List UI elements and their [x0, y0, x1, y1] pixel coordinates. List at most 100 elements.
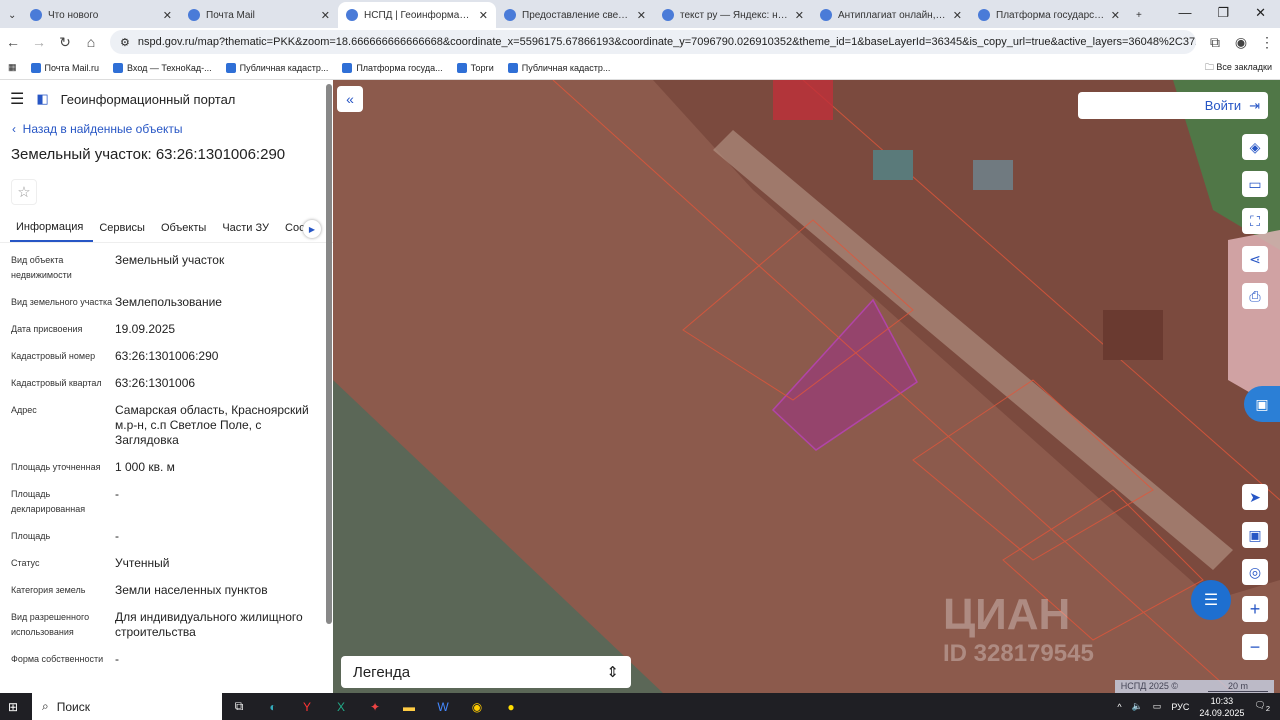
- volume-icon[interactable]: 🔈: [1132, 701, 1143, 712]
- browser-tab[interactable]: НСПД | Геоинформационный✕: [338, 2, 496, 28]
- taskbar-search[interactable]: ⌕ Поиск: [32, 693, 222, 720]
- browser-tab[interactable]: Что нового ✕: [22, 2, 180, 28]
- reload-icon[interactable]: ↻: [58, 34, 72, 51]
- zoom-out-button[interactable]: −: [1242, 634, 1268, 660]
- layers-button[interactable]: ◈: [1242, 134, 1268, 160]
- url-input[interactable]: ⚙ nspd.gov.ru/map?thematic=PKK&zoom=18.66…: [110, 30, 1196, 54]
- watermark: ЦИАН ID 328179545: [943, 590, 1094, 667]
- explorer-icon[interactable]: ▬: [392, 700, 426, 714]
- close-window-button[interactable]: ✕: [1255, 5, 1266, 21]
- panel-scrollbar[interactable]: [326, 84, 332, 624]
- minimap-button[interactable]: ▣: [1242, 522, 1268, 548]
- field-label: Площадь: [11, 531, 51, 541]
- legend-dropdown[interactable]: Легенда ⇕: [341, 656, 631, 688]
- assistant-button[interactable]: ▣: [1244, 386, 1280, 422]
- start-button[interactable]: ⊞: [8, 700, 18, 714]
- profile-icon[interactable]: ◉: [1234, 34, 1248, 51]
- login-button[interactable]: Войти ⇥: [1078, 92, 1268, 119]
- tabs-scroll-right-button[interactable]: ▶: [303, 220, 321, 238]
- browser-tab[interactable]: Предоставление сведений из✕: [496, 2, 654, 28]
- collapse-panel-button[interactable]: «: [337, 86, 363, 112]
- scale-bar: 20 m: [1208, 681, 1268, 692]
- select-area-button[interactable]: ⛶: [1242, 208, 1268, 234]
- bookmark-favicon-icon: [342, 62, 353, 73]
- print-button[interactable]: ⎙: [1242, 283, 1268, 309]
- info-tabs: ▶ Информация Сервисы Объекты Части ЗУ Соста: [0, 215, 333, 243]
- yandex-icon[interactable]: Y: [290, 700, 324, 714]
- site-info-icon[interactable]: ⚙: [120, 36, 130, 49]
- zoom-in-button[interactable]: +: [1242, 596, 1268, 622]
- favicon-icon: [504, 9, 516, 21]
- tray-chevron-icon[interactable]: ^: [1117, 702, 1121, 712]
- notifications-icon[interactable]: 🗨2: [1254, 700, 1270, 713]
- field-label: Дата присвоения: [11, 324, 83, 334]
- bookmark-item[interactable]: Платформа госуда...: [342, 62, 443, 73]
- close-tab-icon[interactable]: ✕: [637, 9, 646, 22]
- app-icon[interactable]: ✦: [358, 700, 392, 714]
- close-tab-icon[interactable]: ✕: [795, 9, 804, 22]
- task-view-icon[interactable]: ⧉: [222, 699, 256, 714]
- chevron-updown-icon: ⇕: [606, 664, 619, 681]
- info-row: Кадастровый квартал 63:26:1301006: [0, 376, 333, 391]
- field-label: Кадастровый квартал: [11, 378, 102, 388]
- 1c-icon[interactable]: ●: [494, 700, 528, 714]
- word-icon[interactable]: W: [426, 700, 460, 714]
- browser-tab[interactable]: Почта Mail ✕: [180, 2, 338, 28]
- apps-icon[interactable]: ▦: [8, 62, 17, 73]
- bookmark-item[interactable]: Вход — ТехноКад-...: [113, 62, 212, 73]
- share-button[interactable]: ⋖: [1242, 246, 1268, 272]
- clock[interactable]: 10:33 24.09.2025: [1199, 695, 1244, 719]
- tab-1[interactable]: Сервисы: [93, 216, 155, 241]
- map-attribution: НСПД 2025 © 20 m: [1114, 680, 1274, 693]
- portal-logo-icon: ◧: [36, 91, 49, 106]
- close-tab-icon[interactable]: ✕: [1111, 9, 1120, 22]
- bookmark-item[interactable]: Публичная кадастр...: [225, 62, 328, 73]
- field-value: Землепользование: [115, 295, 222, 309]
- favicon-icon: [662, 9, 674, 21]
- new-tab-button[interactable]: +: [1128, 2, 1158, 28]
- home-icon[interactable]: ⌂: [84, 34, 98, 50]
- info-row: Категория земель Земли населенных пунктов: [0, 583, 333, 598]
- tab-0[interactable]: Информация: [10, 215, 94, 242]
- all-bookmarks[interactable]: 🗀 Все закладки: [1205, 60, 1272, 76]
- field-label: Вид земельного участка: [11, 297, 113, 307]
- info-row: Площадь уточненная 1 000 кв. м: [0, 460, 333, 475]
- close-tab-icon[interactable]: ✕: [953, 9, 962, 22]
- back-to-results-link[interactable]: ‹ Назад в найденные объекты: [0, 118, 333, 140]
- field-value: Для индивидуального жилищного строительс…: [115, 610, 303, 639]
- geolocation-button[interactable]: ◎: [1242, 559, 1268, 585]
- bookmark-item[interactable]: Публичная кадастр...: [507, 62, 610, 73]
- excel-icon[interactable]: X: [324, 700, 358, 714]
- chat-button[interactable]: ☰: [1191, 580, 1231, 620]
- back-icon[interactable]: ←: [6, 34, 20, 50]
- field-label: Статус: [11, 558, 40, 568]
- language-indicator[interactable]: РУС: [1171, 702, 1189, 712]
- measure-button[interactable]: ▭: [1242, 171, 1268, 197]
- bookmark-item[interactable]: Торги: [456, 62, 494, 73]
- extensions-icon[interactable]: ⧉: [1208, 34, 1222, 51]
- map-view[interactable]: « Войти ⇥ ◈ ▭ ⛶ ⋖ ⎙ ▣ ➤ ▣ ◎ + − ☰ ЦИАН ID …: [333, 80, 1280, 693]
- maximize-button[interactable]: ❐: [1217, 5, 1229, 21]
- browser-tab[interactable]: Антиплагиат онлайн, провер✕: [812, 2, 970, 28]
- locate-button[interactable]: ➤: [1242, 484, 1268, 510]
- hamburger-menu-icon[interactable]: ☰: [10, 89, 24, 109]
- browser-tab[interactable]: текст ру — Яндекс: нашлось 2✕: [654, 2, 812, 28]
- close-tab-icon[interactable]: ✕: [163, 9, 172, 22]
- favicon-icon: [346, 9, 358, 21]
- minimize-button[interactable]: —: [1178, 5, 1191, 21]
- forward-icon[interactable]: →: [32, 34, 46, 50]
- close-tab-icon[interactable]: ✕: [321, 9, 330, 22]
- tab-search-button[interactable]: ⌄: [0, 2, 22, 28]
- bookmark-item[interactable]: Почта Mail.ru: [30, 62, 99, 73]
- tab-3[interactable]: Части ЗУ: [216, 216, 279, 241]
- menu-icon[interactable]: ⋮: [1260, 34, 1274, 51]
- tab-2[interactable]: Объекты: [155, 216, 216, 241]
- close-tab-icon[interactable]: ✕: [479, 9, 488, 22]
- network-icon[interactable]: ▭: [1153, 701, 1162, 712]
- edge-icon[interactable]: ◐: [256, 700, 290, 714]
- field-value: Самарская область, Красноярский м.р-н, с…: [115, 403, 309, 447]
- favorite-star-button[interactable]: ☆: [11, 179, 37, 205]
- chrome-icon[interactable]: ◉: [460, 700, 494, 714]
- browser-tab[interactable]: Платформа государственных✕: [970, 2, 1128, 28]
- portal-title: Геоинформационный портал: [60, 91, 236, 107]
